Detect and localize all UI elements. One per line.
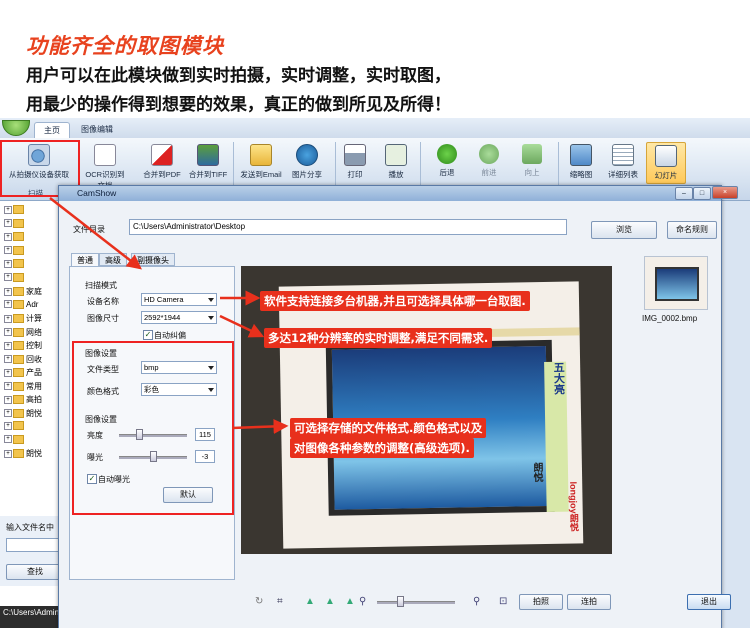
promo-line-1: 用户可以在此模块做到实时拍摄，实时调整，实时取图， [26,66,451,86]
promo-line-2: 用最少的操作得到想要的效果，真正的做到所见及所得！ [26,95,451,115]
callout-format-line1: 可选择存储的文件格式.颜色格式以及 [290,418,487,438]
callout-format-line2: 对图像各种参数的调整(高级选项). [290,438,474,458]
application-window: 主页 图像编辑 从拍摄仪设备获取 扫描 OCR识别到文档 合并到PDF 合并到T… [0,118,750,628]
callout-resolution: 多达12种分辨率的实时调整,满足不同需求. [264,328,493,348]
promo-title: 功能齐全的取图模块 [26,34,224,58]
callout-device: 软件支持连接多台机器,并且可选择具体哪一台取图. [260,291,530,311]
annotation-arrows [49,197,289,434]
